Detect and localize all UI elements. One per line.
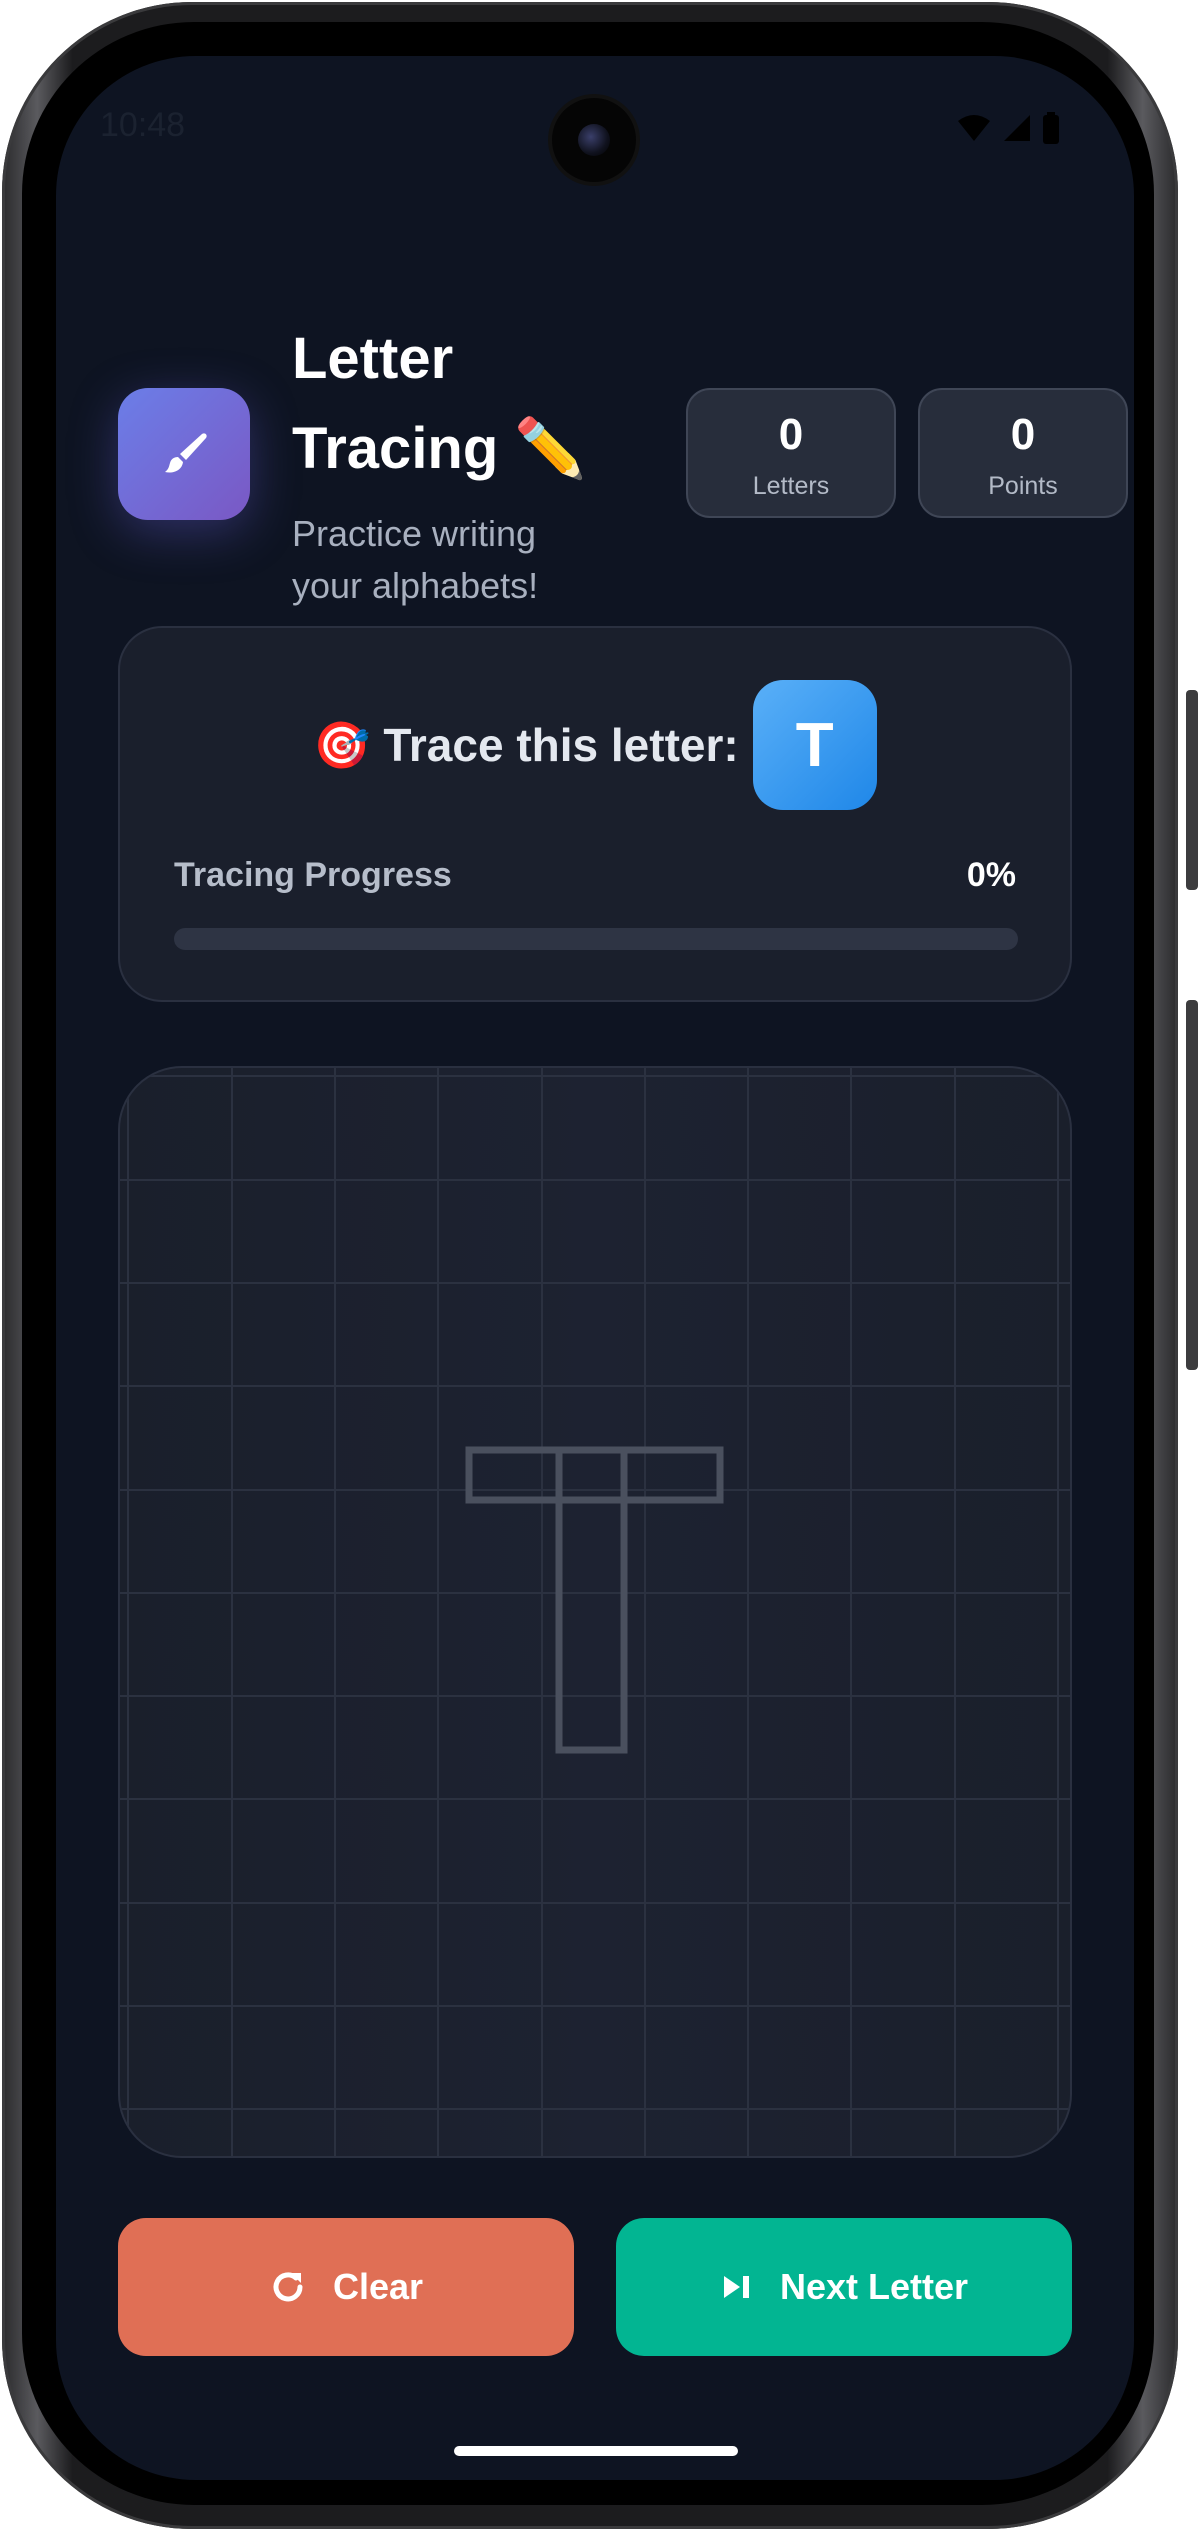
trace-prompt-row: 🎯 Trace this letter: T [120, 680, 1070, 810]
progress-label: Tracing Progress [174, 856, 452, 894]
trace-card: 🎯 Trace this letter: T Tracing Progress … [118, 626, 1072, 1002]
battery-icon [1043, 112, 1059, 144]
home-indicator[interactable] [454, 2446, 738, 2456]
volume-button [1186, 1000, 1198, 1370]
stat-letters-label: Letters [752, 472, 830, 500]
canvas-grid [120, 1068, 1070, 2156]
status-time: 10:48 [100, 106, 186, 144]
stat-points-label: Points [988, 472, 1058, 500]
tracing-canvas[interactable] [118, 1066, 1072, 2158]
clear-button-label: Clear [332, 2266, 424, 2307]
paintbrush-icon [165, 433, 207, 473]
front-camera [552, 98, 636, 182]
next-letter-button[interactable]: Next Letter [616, 2218, 1072, 2356]
clear-button[interactable]: Clear [118, 2218, 574, 2356]
app-subtitle: Practice writing your alphabets! [292, 513, 539, 606]
app-title: Letter Tracing ✏️ [292, 314, 612, 494]
skip-next-icon [723, 2276, 749, 2298]
status-bar: 10:48 [56, 56, 1134, 196]
next-letter-button-label: Next Letter [779, 2266, 969, 2307]
stat-points: 0 Points [918, 388, 1128, 518]
screen: 10:48 Letter Tracing ✏️ Practice writing… [56, 56, 1134, 2480]
title-line-2: Tracing ✏️ [292, 416, 587, 481]
power-button [1186, 690, 1198, 890]
title-block: Letter Tracing ✏️ Practice writing your … [292, 314, 612, 612]
stat-letters-value: 0 [778, 410, 804, 459]
guide-letter-t [465, 1446, 724, 1754]
app-logo [118, 388, 250, 520]
header: Letter Tracing ✏️ Practice writing your … [118, 266, 1128, 606]
status-icons [956, 112, 1060, 144]
progress-bar [174, 928, 1018, 950]
target-letter-badge: T [752, 680, 877, 810]
wifi-icon [958, 115, 990, 141]
cell-signal-icon [1004, 115, 1030, 141]
progress-value: 0% [966, 856, 1016, 894]
stat-letters: 0 Letters [686, 388, 896, 518]
trace-prompt: 🎯 Trace this letter: [313, 718, 739, 771]
refresh-icon [273, 2272, 303, 2302]
title-line-1: Letter [292, 326, 454, 391]
stat-points-value: 0 [1010, 410, 1036, 459]
